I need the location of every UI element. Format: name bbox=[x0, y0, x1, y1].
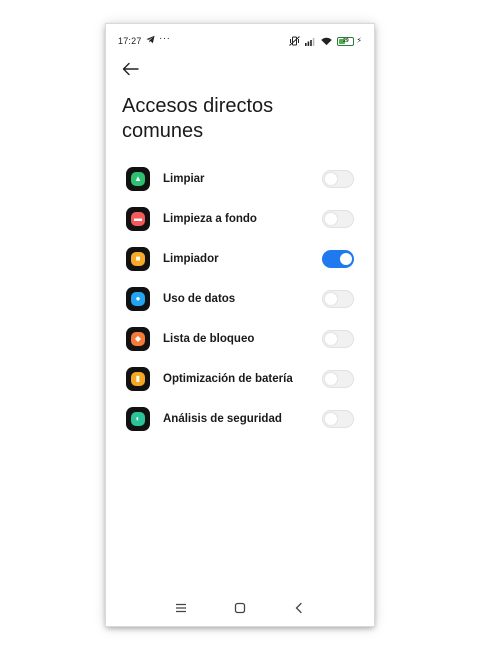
cleaner-icon: ■ bbox=[126, 247, 150, 271]
battery-icon: ▮ bbox=[126, 367, 150, 391]
data-drop-icon: ● bbox=[126, 287, 150, 311]
shortcut-label: Lista de bloqueo bbox=[163, 333, 255, 345]
icon-glyph: ◐ bbox=[135, 414, 141, 423]
system-back-button[interactable] bbox=[289, 598, 309, 618]
shortcut-row[interactable]: ● Uso de datos bbox=[106, 280, 374, 320]
shortcut-toggle[interactable] bbox=[322, 330, 354, 348]
broom-icon: ▲ bbox=[126, 167, 150, 191]
shortcut-row[interactable]: ◆ Lista de bloqueo bbox=[106, 320, 374, 360]
icon-glyph: ▲ bbox=[134, 174, 142, 183]
back-chevron-icon bbox=[295, 602, 302, 614]
status-time: 17:27 bbox=[118, 36, 142, 46]
battery-level: 29 bbox=[343, 37, 349, 44]
shortcut-row[interactable]: ▲ Limpiar bbox=[106, 160, 374, 200]
icon-glyph: ● bbox=[135, 294, 141, 303]
icon-glyph: ■ bbox=[135, 254, 141, 263]
shortcut-label: Uso de datos bbox=[163, 293, 236, 305]
vibrate-icon bbox=[289, 36, 301, 46]
wifi-icon bbox=[321, 37, 333, 46]
phone-screen: 17:27 ··· 29 ⚡ Accesos directos comunes … bbox=[106, 24, 374, 626]
home-button[interactable] bbox=[230, 598, 250, 618]
toggle-knob bbox=[325, 213, 337, 225]
page-title: Accesos directos comunes bbox=[122, 95, 274, 142]
shortcut-row[interactable]: ◐ Análisis de seguridad bbox=[106, 400, 374, 440]
charging-bolt-icon: ⚡ bbox=[356, 36, 362, 45]
deep-clean-icon: ▬ bbox=[126, 207, 150, 231]
shortcut-row[interactable]: ▮ Optimización de batería bbox=[106, 360, 374, 400]
navigation-bar bbox=[106, 598, 374, 618]
shortcut-label: Análisis de seguridad bbox=[163, 413, 282, 425]
shortcut-toggle[interactable] bbox=[322, 370, 354, 388]
security-scan-icon: ◐ bbox=[126, 407, 150, 431]
arrow-left-icon bbox=[122, 62, 139, 76]
telegram-send-icon bbox=[146, 35, 155, 46]
toggle-knob bbox=[325, 173, 337, 185]
status-icons: 29 ⚡ bbox=[289, 35, 362, 47]
icon-glyph: ▬ bbox=[134, 214, 142, 223]
shield-block-icon: ◆ bbox=[126, 327, 150, 351]
icon-glyph: ◆ bbox=[134, 334, 142, 343]
shortcut-toggle[interactable] bbox=[322, 410, 354, 428]
shortcut-list: ▲ Limpiar ▬ Limpieza a fondo ■ Limpiador ● Uso … bbox=[106, 160, 374, 440]
signal-icon bbox=[305, 37, 316, 46]
battery-icon: 29 bbox=[337, 36, 355, 46]
back-button[interactable] bbox=[120, 60, 142, 78]
shortcut-toggle[interactable] bbox=[322, 290, 354, 308]
more-notifications-icon: ··· bbox=[159, 33, 171, 44]
shortcut-label: Optimización de batería bbox=[163, 373, 293, 385]
shortcut-label: Limpiar bbox=[163, 173, 205, 185]
toggle-knob bbox=[325, 293, 337, 305]
shortcut-label: Limpieza a fondo bbox=[163, 213, 257, 225]
status-bar: 17:27 ··· 29 ⚡ bbox=[106, 33, 374, 48]
shortcut-toggle[interactable] bbox=[322, 210, 354, 228]
toggle-knob bbox=[325, 373, 337, 385]
toggle-knob bbox=[325, 413, 337, 425]
menu-button[interactable] bbox=[171, 598, 191, 618]
icon-glyph: ▮ bbox=[135, 374, 141, 383]
shortcut-row[interactable]: ▬ Limpieza a fondo bbox=[106, 200, 374, 240]
menu-icon bbox=[176, 603, 186, 613]
home-square-icon bbox=[234, 602, 246, 614]
toggle-knob bbox=[340, 253, 352, 265]
shortcut-toggle[interactable] bbox=[322, 250, 354, 268]
shortcut-toggle[interactable] bbox=[322, 170, 354, 188]
toggle-knob bbox=[325, 333, 337, 345]
screenshot-page: 17:27 ··· 29 ⚡ Accesos directos comunes … bbox=[0, 0, 480, 650]
shortcut-row[interactable]: ■ Limpiador bbox=[106, 240, 374, 280]
shortcut-label: Limpiador bbox=[163, 253, 219, 265]
